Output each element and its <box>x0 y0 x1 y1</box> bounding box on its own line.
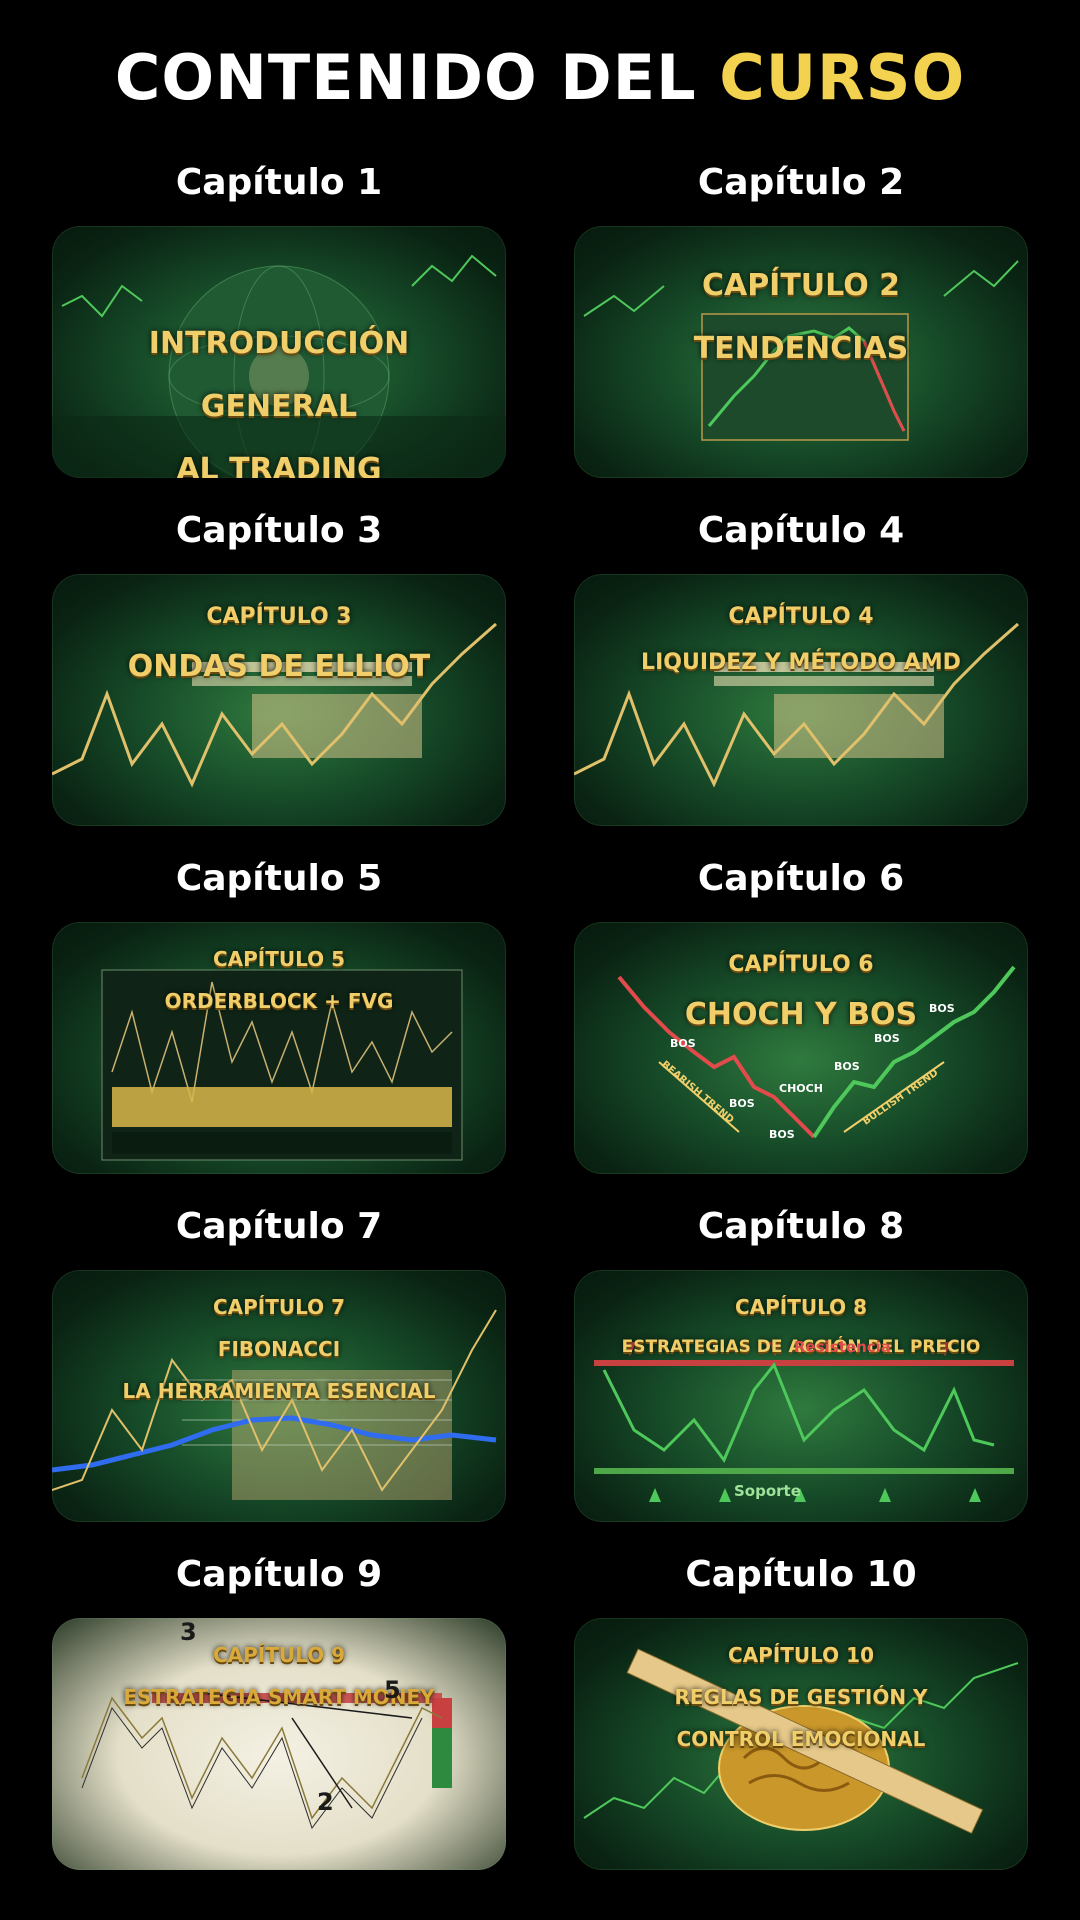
chapter-4-card-title: CAPÍTULO 4 LIQUIDEZ Y MÉTODO AMD <box>574 582 1028 697</box>
chapter-3-card-title: CAPÍTULO 3 ONDAS DE ELLIOT <box>52 582 506 706</box>
chapter-1-card[interactable]: INTRODUCCIÓN GENERAL AL TRADING <box>52 226 506 478</box>
chapter-5-card-title: CAPÍTULO 5 ORDERBLOCK + FVG <box>52 928 506 1033</box>
chapter-5-cell: Capítulo 5 CAPÍTULO 5 ORDERBLOCK + FVG <box>52 856 506 1174</box>
chapter-9-label: Capítulo 9 <box>175 1554 383 1595</box>
chapter-6-card-title: CAPÍTULO 6 CHOCH Y BOS <box>574 930 1028 1054</box>
chapter-3-cell: Capítulo 3 CAPÍTULO 3 ONDAS DE ELLIOT <box>52 508 506 826</box>
bos-mark: BOS <box>670 1037 696 1050</box>
card-line: FIBONACCI <box>217 1337 341 1361</box>
chapter-9-card-title: CAPÍTULO 9 ESTRATEGIA SMART MONEY <box>52 1624 506 1729</box>
card-line: CAPÍTULO 8 <box>734 1295 868 1319</box>
chapter-4-cell: Capítulo 4 CAPÍTULO 4 LIQUIDEZ Y MÉTODO … <box>574 508 1028 826</box>
chapter-6-label: Capítulo 6 <box>697 858 905 899</box>
chapter-8-card-title: CAPÍTULO 8 ESTRATEGIAS DE ACCIÓN DEL PRE… <box>574 1276 1028 1378</box>
chapter-2-cell: Capítulo 2 CAPÍTULO 2 TENDENCIAS <box>574 160 1028 478</box>
chapter-4-label: Capítulo 4 <box>697 510 905 551</box>
card-line: ESTRATEGIA SMART MONEY <box>123 1685 435 1709</box>
chapter-10-card-title: CAPÍTULO 10 REGLAS DE GESTIÓN Y CONTROL … <box>574 1624 1028 1771</box>
card-line: INTRODUCCIÓN <box>148 325 410 361</box>
card-line: REGLAS DE GESTIÓN Y <box>674 1685 928 1709</box>
card-line: CAPÍTULO 2 <box>701 267 901 303</box>
card-line: CAPÍTULO 5 <box>212 947 346 971</box>
chapter-8-card[interactable]: CAPÍTULO 8 ESTRATEGIAS DE ACCIÓN DEL PRE… <box>574 1270 1028 1522</box>
card-line: CAPÍTULO 6 <box>728 952 874 978</box>
chapter-5-label: Capítulo 5 <box>175 858 383 899</box>
chapter-1-label: Capítulo 1 <box>175 162 383 203</box>
card-line: CAPÍTULO 10 <box>728 1643 874 1667</box>
page-title: CONTENIDO DEL CURSO <box>0 38 1080 118</box>
chapter-6-card[interactable]: CAPÍTULO 6 CHOCH Y BOS BOS BOS BOS CHOCH… <box>574 922 1028 1174</box>
chapter-8-cell: Capítulo 8 CAPÍTULO 8 ESTRATEGIAS DE ACC… <box>574 1204 1028 1522</box>
bos-mark: BOS <box>874 1032 900 1045</box>
chapter-2-label: Capítulo 2 <box>697 162 905 203</box>
chapter-1-card-title: INTRODUCCIÓN GENERAL AL TRADING <box>52 296 506 478</box>
card-line: TENDENCIAS <box>693 330 909 366</box>
card-line: ORDERBLOCK + FVG <box>164 989 394 1013</box>
chapter-9-card[interactable]: CAPÍTULO 9 ESTRATEGIA SMART MONEY 3 5 2 <box>52 1618 506 1870</box>
card-line: CONTROL EMOCIONAL <box>676 1727 926 1751</box>
resistance-label: Resistencia <box>794 1338 891 1356</box>
wave-mark-3: 3 <box>180 1618 197 1646</box>
card-line: CAPÍTULO 7 <box>212 1295 346 1319</box>
chapter-10-card[interactable]: CAPÍTULO 10 REGLAS DE GESTIÓN Y CONTROL … <box>574 1618 1028 1870</box>
chapter-7-cell: Capítulo 7 CAPÍTULO 7 FIBONACCI LA HERRA… <box>52 1204 506 1522</box>
card-line: CAPÍTULO 4 <box>728 604 874 630</box>
card-line: ONDAS DE ELLIOT <box>127 649 431 685</box>
chapter-10-label: Capítulo 10 <box>685 1554 917 1595</box>
chapter-10-cell: Capítulo 10 CAPÍTULO 10 REGLAS DE GESTIÓ… <box>574 1552 1028 1870</box>
chapter-7-label: Capítulo 7 <box>175 1206 383 1247</box>
chapter-4-card[interactable]: CAPÍTULO 4 LIQUIDEZ Y MÉTODO AMD <box>574 574 1028 826</box>
chapter-3-label: Capítulo 3 <box>175 510 383 551</box>
chapter-3-card[interactable]: CAPÍTULO 3 ONDAS DE ELLIOT <box>52 574 506 826</box>
chapter-2-card[interactable]: CAPÍTULO 2 TENDENCIAS <box>574 226 1028 478</box>
card-line: GENERAL <box>200 388 358 424</box>
card-line: CAPÍTULO 9 <box>212 1643 346 1667</box>
title-accent: CURSO <box>719 41 966 114</box>
card-line: CHOCH Y BOS <box>684 997 918 1033</box>
chapter-9-cell: Capítulo 9 CAPÍTULO 9 ESTRATEGIA SMART M… <box>52 1552 506 1870</box>
chapter-8-label: Capítulo 8 <box>697 1206 905 1247</box>
wave-mark-2: 2 <box>317 1788 334 1816</box>
chapter-1-cell: Capítulo 1 INTRODUCCIÓN GENERAL AL TRADI… <box>52 160 506 478</box>
card-line: AL TRADING <box>176 451 382 478</box>
course-contents-page: CONTENIDO DEL CURSO Capítulo 1 INTRODUCC… <box>0 0 1080 1920</box>
bos-mark: BOS <box>769 1128 795 1141</box>
bos-mark: BOS <box>834 1060 860 1073</box>
bos-mark: BOS <box>929 1002 955 1015</box>
chapter-grid: Capítulo 1 INTRODUCCIÓN GENERAL AL TRADI… <box>52 160 1028 1870</box>
chapter-2-card-title: CAPÍTULO 2 TENDENCIAS <box>574 238 1028 396</box>
choch-mark: CHOCH <box>779 1082 823 1095</box>
card-line: CAPÍTULO 3 <box>206 604 352 630</box>
chapter-7-card-title: CAPÍTULO 7 FIBONACCI LA HERRAMIENTA ESEN… <box>52 1276 506 1423</box>
chapter-6-cell: Capítulo 6 CAPÍTULO 6 CHOCH Y BOS BOS BO… <box>574 856 1028 1174</box>
card-line: LA HERRAMIENTA ESENCIAL <box>122 1379 436 1403</box>
support-label: Soporte <box>734 1482 801 1500</box>
card-line: LIQUIDEZ Y MÉTODO AMD <box>641 650 961 676</box>
bos-mark: BOS <box>729 1097 755 1110</box>
wave-mark-5: 5 <box>384 1676 401 1704</box>
chapter-7-card[interactable]: CAPÍTULO 7 FIBONACCI LA HERRAMIENTA ESEN… <box>52 1270 506 1522</box>
chapter-5-card[interactable]: CAPÍTULO 5 ORDERBLOCK + FVG <box>52 922 506 1174</box>
title-main: CONTENIDO DEL <box>114 41 697 114</box>
